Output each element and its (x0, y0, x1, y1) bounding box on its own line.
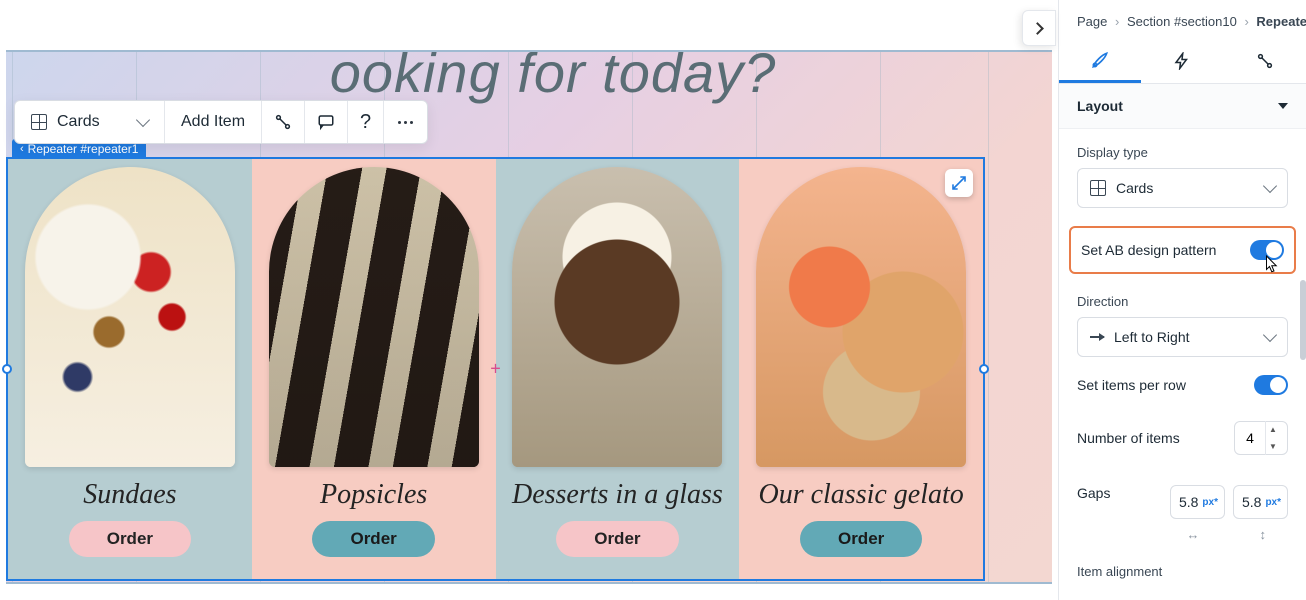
gap-v-value: 5.8 (1242, 494, 1261, 510)
number-items-input[interactable]: ▲ ▼ (1234, 421, 1288, 455)
items-per-row-label: Set items per row (1077, 377, 1186, 393)
card-title: Sundaes (83, 479, 176, 511)
number-items-field[interactable] (1235, 430, 1265, 446)
tab-design[interactable] (1059, 39, 1141, 83)
display-type-value: Cards (1116, 180, 1153, 196)
resize-handle-right[interactable] (979, 364, 989, 374)
chevron-down-icon (136, 113, 150, 127)
breadcrumb[interactable]: Page › Section #section10 › Repeater (1059, 0, 1306, 39)
scrollbar-thumb[interactable] (1300, 280, 1306, 360)
card-image (269, 167, 479, 467)
element-toolbar: Cards Add Item ? (14, 100, 428, 144)
card-image (756, 167, 966, 467)
expand-icon (951, 175, 967, 191)
stepper-down[interactable]: ▼ (1266, 438, 1280, 455)
display-type-dropdown[interactable]: Cards (1077, 168, 1288, 208)
item-alignment-label: Item alignment (1077, 564, 1288, 579)
help-action[interactable]: ? (348, 101, 384, 143)
connector-icon (1256, 52, 1274, 70)
layout-title: Layout (1077, 98, 1123, 114)
gap-horizontal-input[interactable]: 5.8 px* (1170, 485, 1225, 519)
order-button[interactable]: Order (556, 521, 678, 557)
order-button[interactable]: Order (69, 521, 191, 557)
items-per-row-toggle[interactable] (1254, 375, 1288, 395)
expand-button[interactable] (945, 169, 973, 197)
display-type-label: Display type (1077, 145, 1288, 160)
order-button[interactable]: Order (800, 521, 922, 557)
resize-handle-left[interactable] (2, 364, 12, 374)
crumb-section[interactable]: Section #section10 (1127, 14, 1237, 29)
number-items-label: Number of items (1077, 430, 1180, 446)
grid-icon (31, 114, 47, 130)
more-action[interactable] (384, 101, 427, 143)
repeater-item[interactable]: Popsicles Order (252, 159, 496, 579)
panel-collapse-button[interactable] (1022, 10, 1056, 46)
collapse-icon (1278, 103, 1288, 109)
order-button[interactable]: Order (312, 521, 434, 557)
add-item-label: Add Item (181, 113, 245, 131)
repeater-tag-label: Repeater #repeater1 (28, 142, 139, 156)
help-icon: ? (360, 111, 371, 134)
comment-icon (317, 113, 335, 131)
repeater-item[interactable]: Sundaes Order (8, 159, 252, 579)
stepper-up[interactable]: ▲ (1266, 421, 1280, 438)
display-type-label: Cards (57, 113, 100, 131)
card-title: Our classic gelato (758, 479, 963, 511)
tab-settings[interactable] (1224, 39, 1306, 83)
card-image (512, 167, 722, 467)
ab-pattern-label: Set AB design pattern (1081, 242, 1216, 258)
grid-icon (1090, 180, 1106, 196)
inspector-panel: Page › Section #section10 › Repeater Lay… (1058, 0, 1306, 600)
chevron-down-icon (1263, 328, 1277, 342)
settings-action[interactable] (262, 101, 305, 143)
cursor-icon (1262, 254, 1280, 276)
inspector-tabs (1059, 39, 1306, 84)
display-type-select[interactable]: Cards (15, 101, 165, 143)
direction-dropdown[interactable]: Left to Right (1077, 317, 1288, 357)
gaps-label: Gaps (1077, 485, 1110, 501)
crumb-current: Repeater (1256, 14, 1306, 29)
comment-action[interactable] (305, 101, 348, 143)
tab-interactions[interactable] (1141, 39, 1223, 83)
repeater-selection[interactable]: + Sundaes Order Popsicles Order Desserts… (6, 157, 985, 581)
canvas: ooking for today? Cards Add Item ? (0, 0, 1058, 600)
gap-vertical-input[interactable]: 5.8 px* (1233, 485, 1288, 519)
connector-icon (274, 113, 292, 131)
chevron-left-icon: ‹ (20, 143, 24, 155)
repeater-item[interactable]: Desserts in a glass Order (496, 159, 740, 579)
card-title: Desserts in a glass (512, 479, 723, 511)
card-title: Popsicles (320, 479, 427, 511)
center-indicator: + (490, 359, 501, 380)
arrow-right-icon (1090, 336, 1104, 338)
chevron-right-icon (1031, 22, 1044, 35)
direction-label: Direction (1077, 294, 1288, 309)
add-item-button[interactable]: Add Item (165, 101, 262, 143)
more-icon (398, 120, 413, 125)
layout-section-header[interactable]: Layout (1059, 84, 1306, 129)
ab-pattern-row-highlight: Set AB design pattern (1069, 226, 1296, 274)
gap-unit: px* (1202, 497, 1218, 508)
chevron-down-icon (1263, 179, 1277, 193)
repeater-item[interactable]: Our classic gelato Order (739, 159, 983, 579)
vertical-gap-icon: ↕ (1260, 527, 1267, 542)
bolt-icon (1173, 52, 1191, 70)
gap-h-value: 5.8 (1179, 494, 1198, 510)
gap-unit: px* (1265, 497, 1281, 508)
section-heading: ooking for today? (6, 50, 1052, 106)
crumb-page[interactable]: Page (1077, 14, 1107, 29)
card-image (25, 167, 235, 467)
direction-value: Left to Right (1114, 329, 1190, 345)
horizontal-gap-icon: ↔ (1187, 527, 1200, 542)
brush-icon (1090, 50, 1110, 70)
